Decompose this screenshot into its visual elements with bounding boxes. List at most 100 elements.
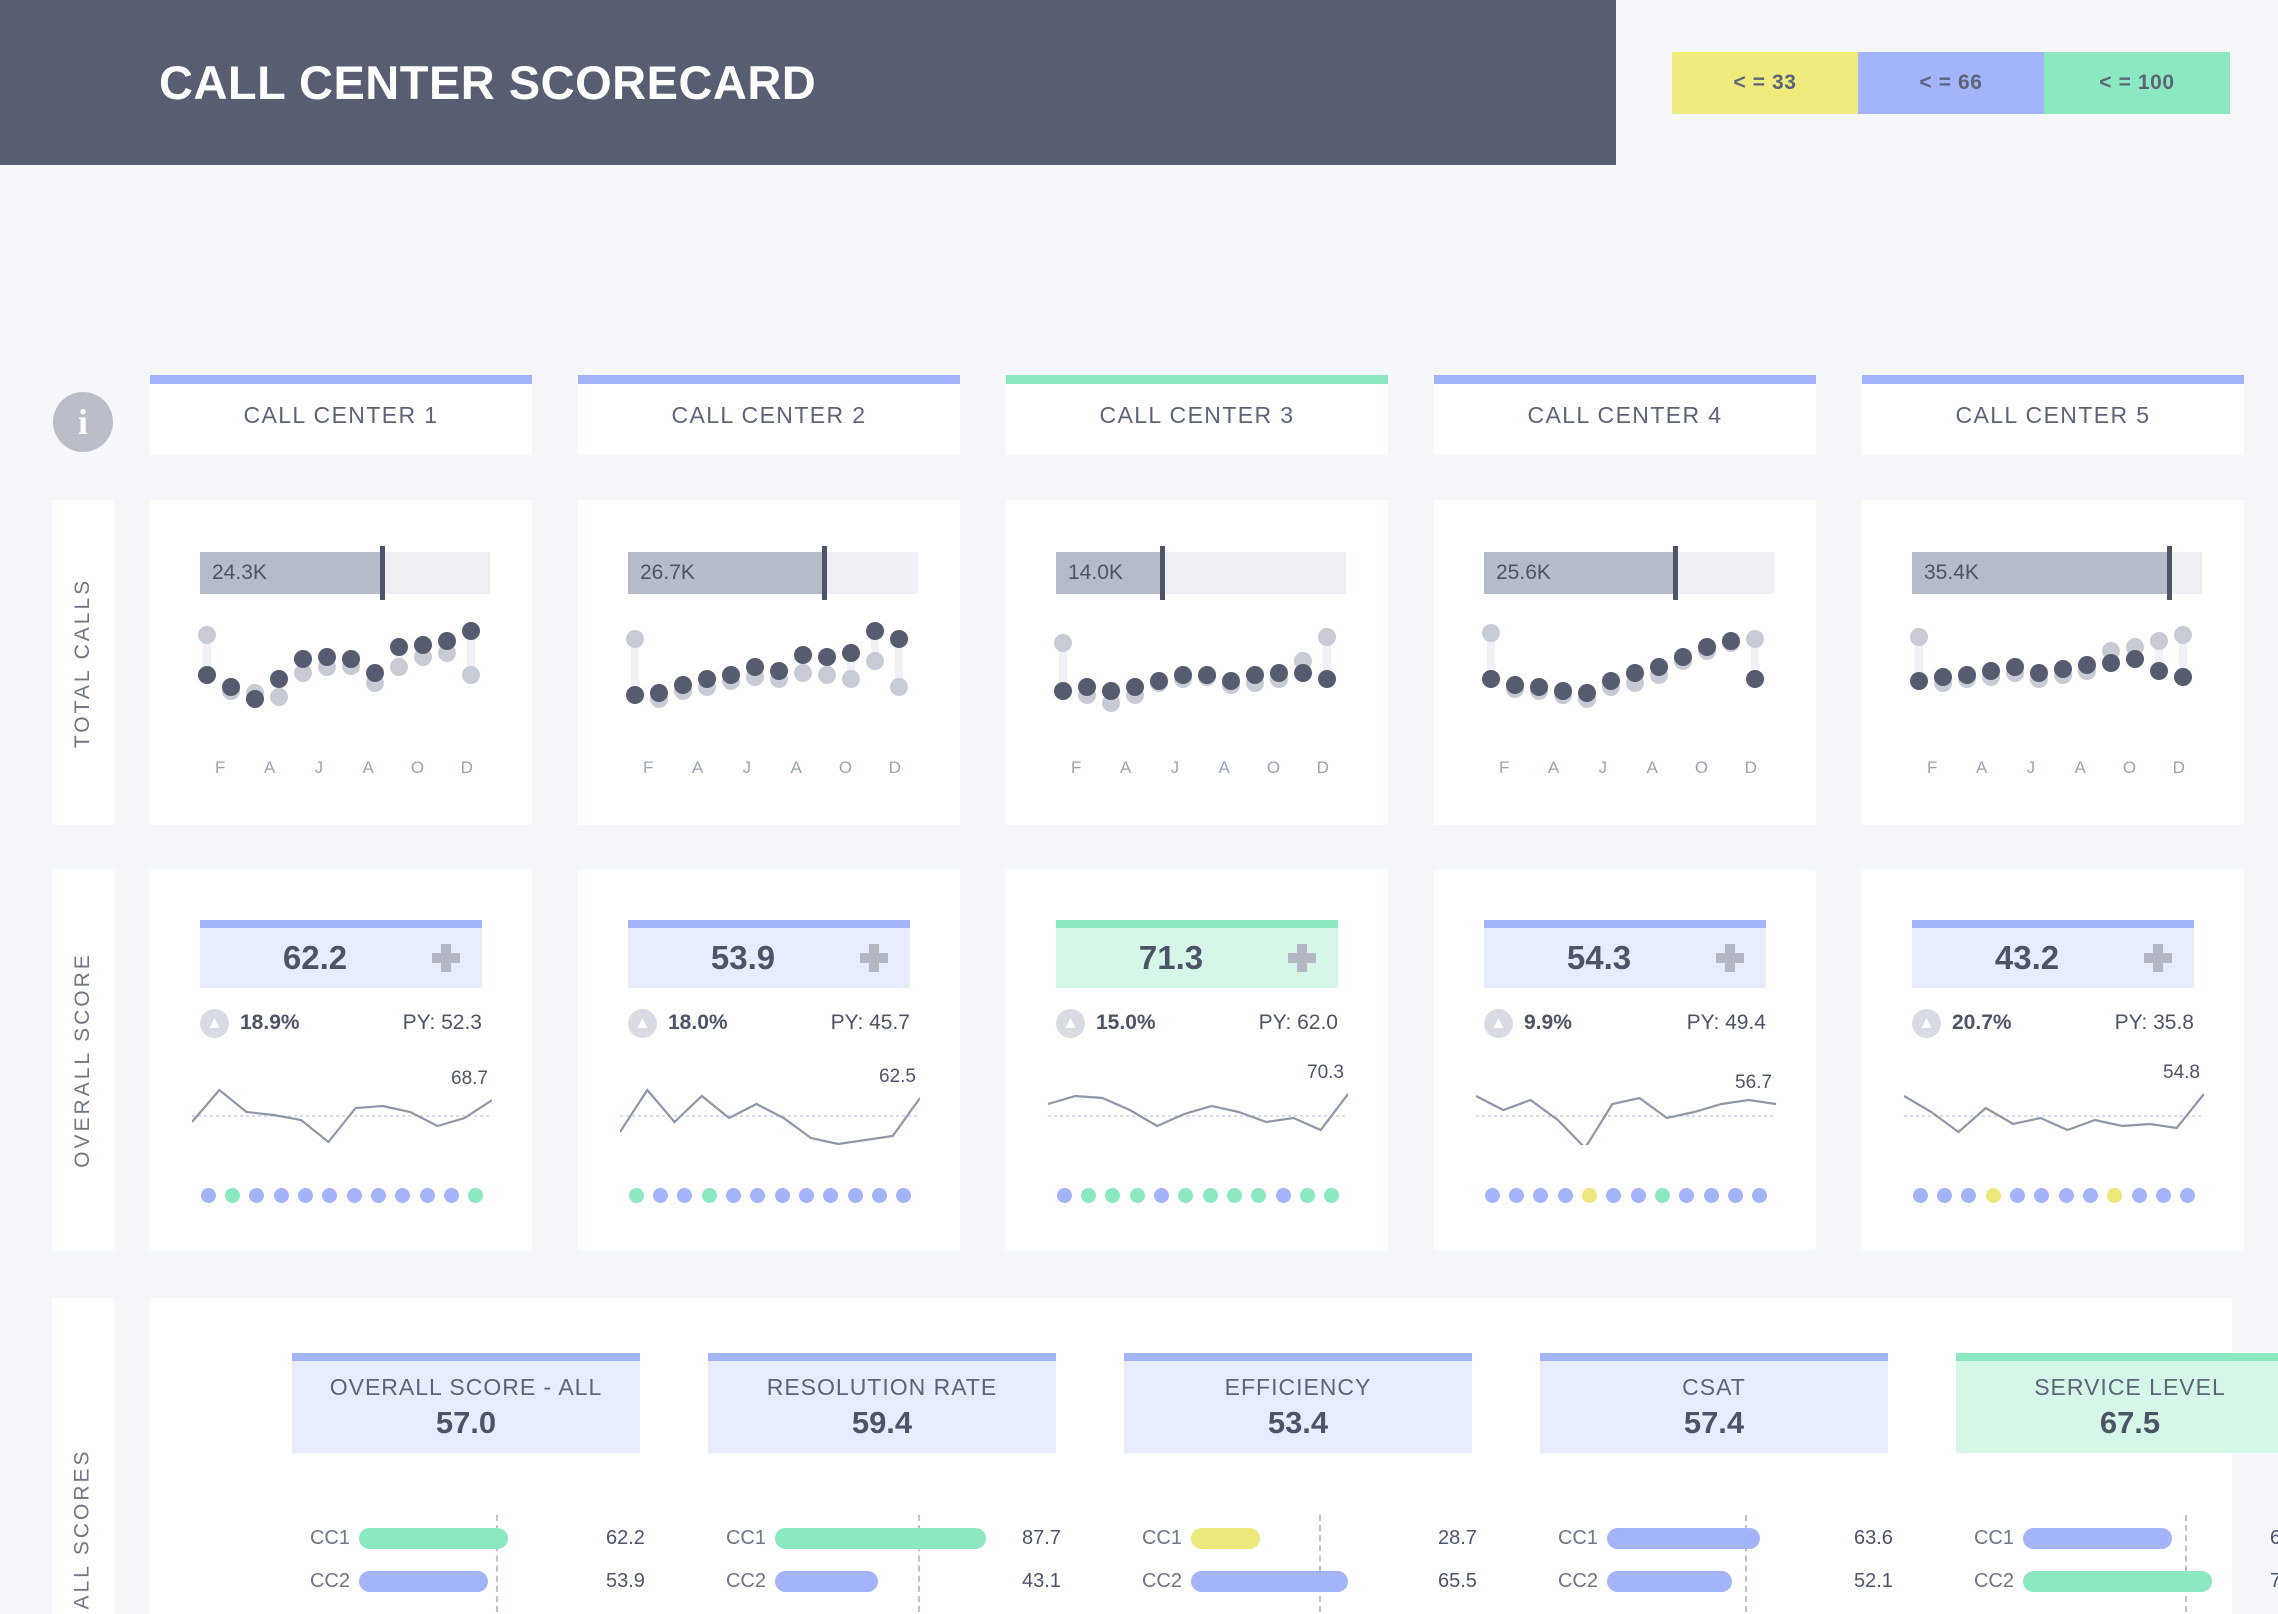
overall-score-box[interactable]: 53.9 <box>628 920 910 988</box>
bar-fill <box>775 1570 879 1592</box>
dumbbell-month <box>1650 608 1668 750</box>
plus-icon[interactable] <box>1716 944 1744 972</box>
column-header-cc1[interactable]: CALL CENTER 1 <box>150 375 532 455</box>
metric-header[interactable]: CSAT 57.4 <box>1540 1353 1888 1453</box>
total-calls-value: 25.6K <box>1496 561 1551 584</box>
dumbbell-dot-prior <box>1054 634 1072 652</box>
overall-score-box[interactable]: 43.2 <box>1912 920 2194 988</box>
table-row[interactable]: CC1 62.2 <box>1956 1523 2278 1553</box>
score-accent-bar <box>1056 920 1338 928</box>
dumbbell-dot-current <box>318 648 336 666</box>
dumbbell-dot-current <box>1270 664 1288 682</box>
table-row[interactable]: CC1 62.2 <box>292 1523 752 1553</box>
bar-category-label: CC2 <box>309 1569 350 1592</box>
bar-fill <box>359 1527 509 1549</box>
status-dot-cell <box>1957 1188 1981 1203</box>
dumbbell-dot-current <box>890 630 908 648</box>
total-calls-value: 35.4K <box>1924 561 1979 584</box>
column-header-cc3[interactable]: CALL CENTER 3 <box>1006 375 1388 455</box>
dumbbell-month <box>1222 608 1240 750</box>
table-row[interactable]: CC2 43.1 <box>708 1566 1168 1596</box>
delta-percent: 20.7% <box>1952 1011 2012 1034</box>
table-row[interactable]: CC2 52.1 <box>1540 1566 2000 1596</box>
table-row[interactable]: CC371.9 <box>1124 1609 1584 1614</box>
dumbbell-dot-current <box>1722 632 1740 650</box>
column-header-cc2[interactable]: CALL CENTER 2 <box>578 375 960 455</box>
total-calls-bullet: 26.7K <box>628 546 918 600</box>
status-dot <box>2155 1188 2171 1203</box>
dumbbell-dot-current <box>746 658 764 676</box>
status-dot <box>1679 1188 1695 1203</box>
table-row[interactable]: CC388.5 <box>708 1609 1168 1614</box>
column-header-cc5[interactable]: CALL CENTER 5 <box>1862 375 2244 455</box>
overall-score-box[interactable]: 71.3 <box>1056 920 1338 988</box>
status-dot-cell <box>1222 1188 1246 1203</box>
dumbbell-dot-current <box>438 632 456 650</box>
info-icon[interactable]: i <box>53 392 113 452</box>
column-header-cc4[interactable]: CALL CENTER 4 <box>1434 375 1816 455</box>
status-dot-cell <box>1529 1188 1553 1203</box>
table-row[interactable]: CC2 53.9 <box>292 1566 752 1596</box>
bullet-target-tick <box>2167 546 2173 600</box>
status-dot-cell <box>1553 1188 1577 1203</box>
metric-header-box: EFFICIENCY 53.4 <box>1124 1361 1472 1453</box>
total-calls-bullet: 35.4K <box>1912 546 2202 600</box>
dumbbell-month <box>318 608 336 750</box>
dumbbell-dot-current <box>414 636 432 654</box>
dumbbell-dot-current <box>342 650 360 668</box>
table-row[interactable]: CC1 63.6 <box>1540 1523 2000 1553</box>
table-row[interactable]: CC1 28.7 <box>1124 1523 1584 1553</box>
legend-chip-1[interactable]: < = 33 <box>1672 52 1858 114</box>
table-row[interactable]: CC360.0 <box>1956 1609 2278 1614</box>
legend-chip-3[interactable]: < = 100 <box>2044 52 2230 114</box>
metric-header[interactable]: EFFICIENCY 53.4 <box>1124 1353 1472 1453</box>
overall-score-box[interactable]: 62.2 <box>200 920 482 988</box>
status-dot <box>1056 1188 1072 1203</box>
dumbbell-dot-current <box>1674 648 1692 666</box>
plus-icon[interactable] <box>432 944 460 972</box>
total-calls-card-cc3: 14.0K F A J A O D <box>1006 500 1388 825</box>
dumbbell-dot-current <box>1482 670 1500 688</box>
dumbbell-month <box>674 608 692 750</box>
month-tick: A <box>691 758 705 777</box>
dumbbell-dot-current <box>198 666 216 684</box>
plus-icon[interactable] <box>1288 944 1316 972</box>
bar-value-label: 53.9 <box>606 1569 645 1592</box>
table-row[interactable]: CC371.3 <box>292 1609 752 1614</box>
plus-icon[interactable] <box>860 944 888 972</box>
metric-header[interactable]: SERVICE LEVEL 67.5 <box>1956 1353 2278 1453</box>
dumbbell-dot-current <box>1650 658 1668 676</box>
dumbbell-dot-prior <box>462 666 480 684</box>
metric-header-box: SERVICE LEVEL 67.5 <box>1956 1361 2278 1453</box>
plus-icon[interactable] <box>2144 944 2172 972</box>
month-tick: A <box>263 758 277 777</box>
prior-year-value: PY: 45.7 <box>830 1011 910 1034</box>
dumbbell-month <box>222 608 240 750</box>
bar-track <box>775 1527 1015 1549</box>
status-dot-cell <box>366 1188 390 1203</box>
monthly-dumbbell-chart <box>1480 608 1776 750</box>
table-row[interactable]: CC2 65.5 <box>1124 1566 1584 1596</box>
dumbbell-dot-current <box>1698 638 1716 656</box>
status-dot-cell <box>1076 1188 1100 1203</box>
table-row[interactable]: CC359.3 <box>1540 1609 2000 1614</box>
metric-header[interactable]: RESOLUTION RATE 59.4 <box>708 1353 1056 1453</box>
metric-panel-2: RESOLUTION RATE59.4CC187.7CC243.1CC388.5… <box>708 1353 1061 1614</box>
status-dot-cell <box>342 1188 366 1203</box>
row-label-all-scores-text: ALL SCORES <box>71 1448 95 1610</box>
metric-value: 59.4 <box>851 1404 913 1440</box>
legend-chip-2[interactable]: < = 66 <box>1858 52 2044 114</box>
table-row[interactable]: CC2 78.7 <box>1956 1566 2278 1596</box>
status-dot <box>1654 1188 1670 1203</box>
status-dot <box>628 1188 644 1203</box>
overall-score-box[interactable]: 54.3 <box>1484 920 1766 988</box>
table-row[interactable]: CC1 87.7 <box>708 1523 1168 1553</box>
dumbbell-dot-current <box>1078 678 1096 696</box>
status-dot <box>847 1188 863 1203</box>
dumbbell-dot-current <box>1174 666 1192 684</box>
metric-panel-1: OVERALL SCORE - ALL57.0CC162.2CC253.9CC3… <box>292 1353 645 1614</box>
metric-header[interactable]: OVERALL SCORE - ALL 57.0 <box>292 1353 640 1453</box>
monthly-dumbbell-chart <box>1908 608 2204 750</box>
dumbbell-dot-current <box>1602 672 1620 690</box>
metric-value: 53.4 <box>1267 1404 1329 1440</box>
